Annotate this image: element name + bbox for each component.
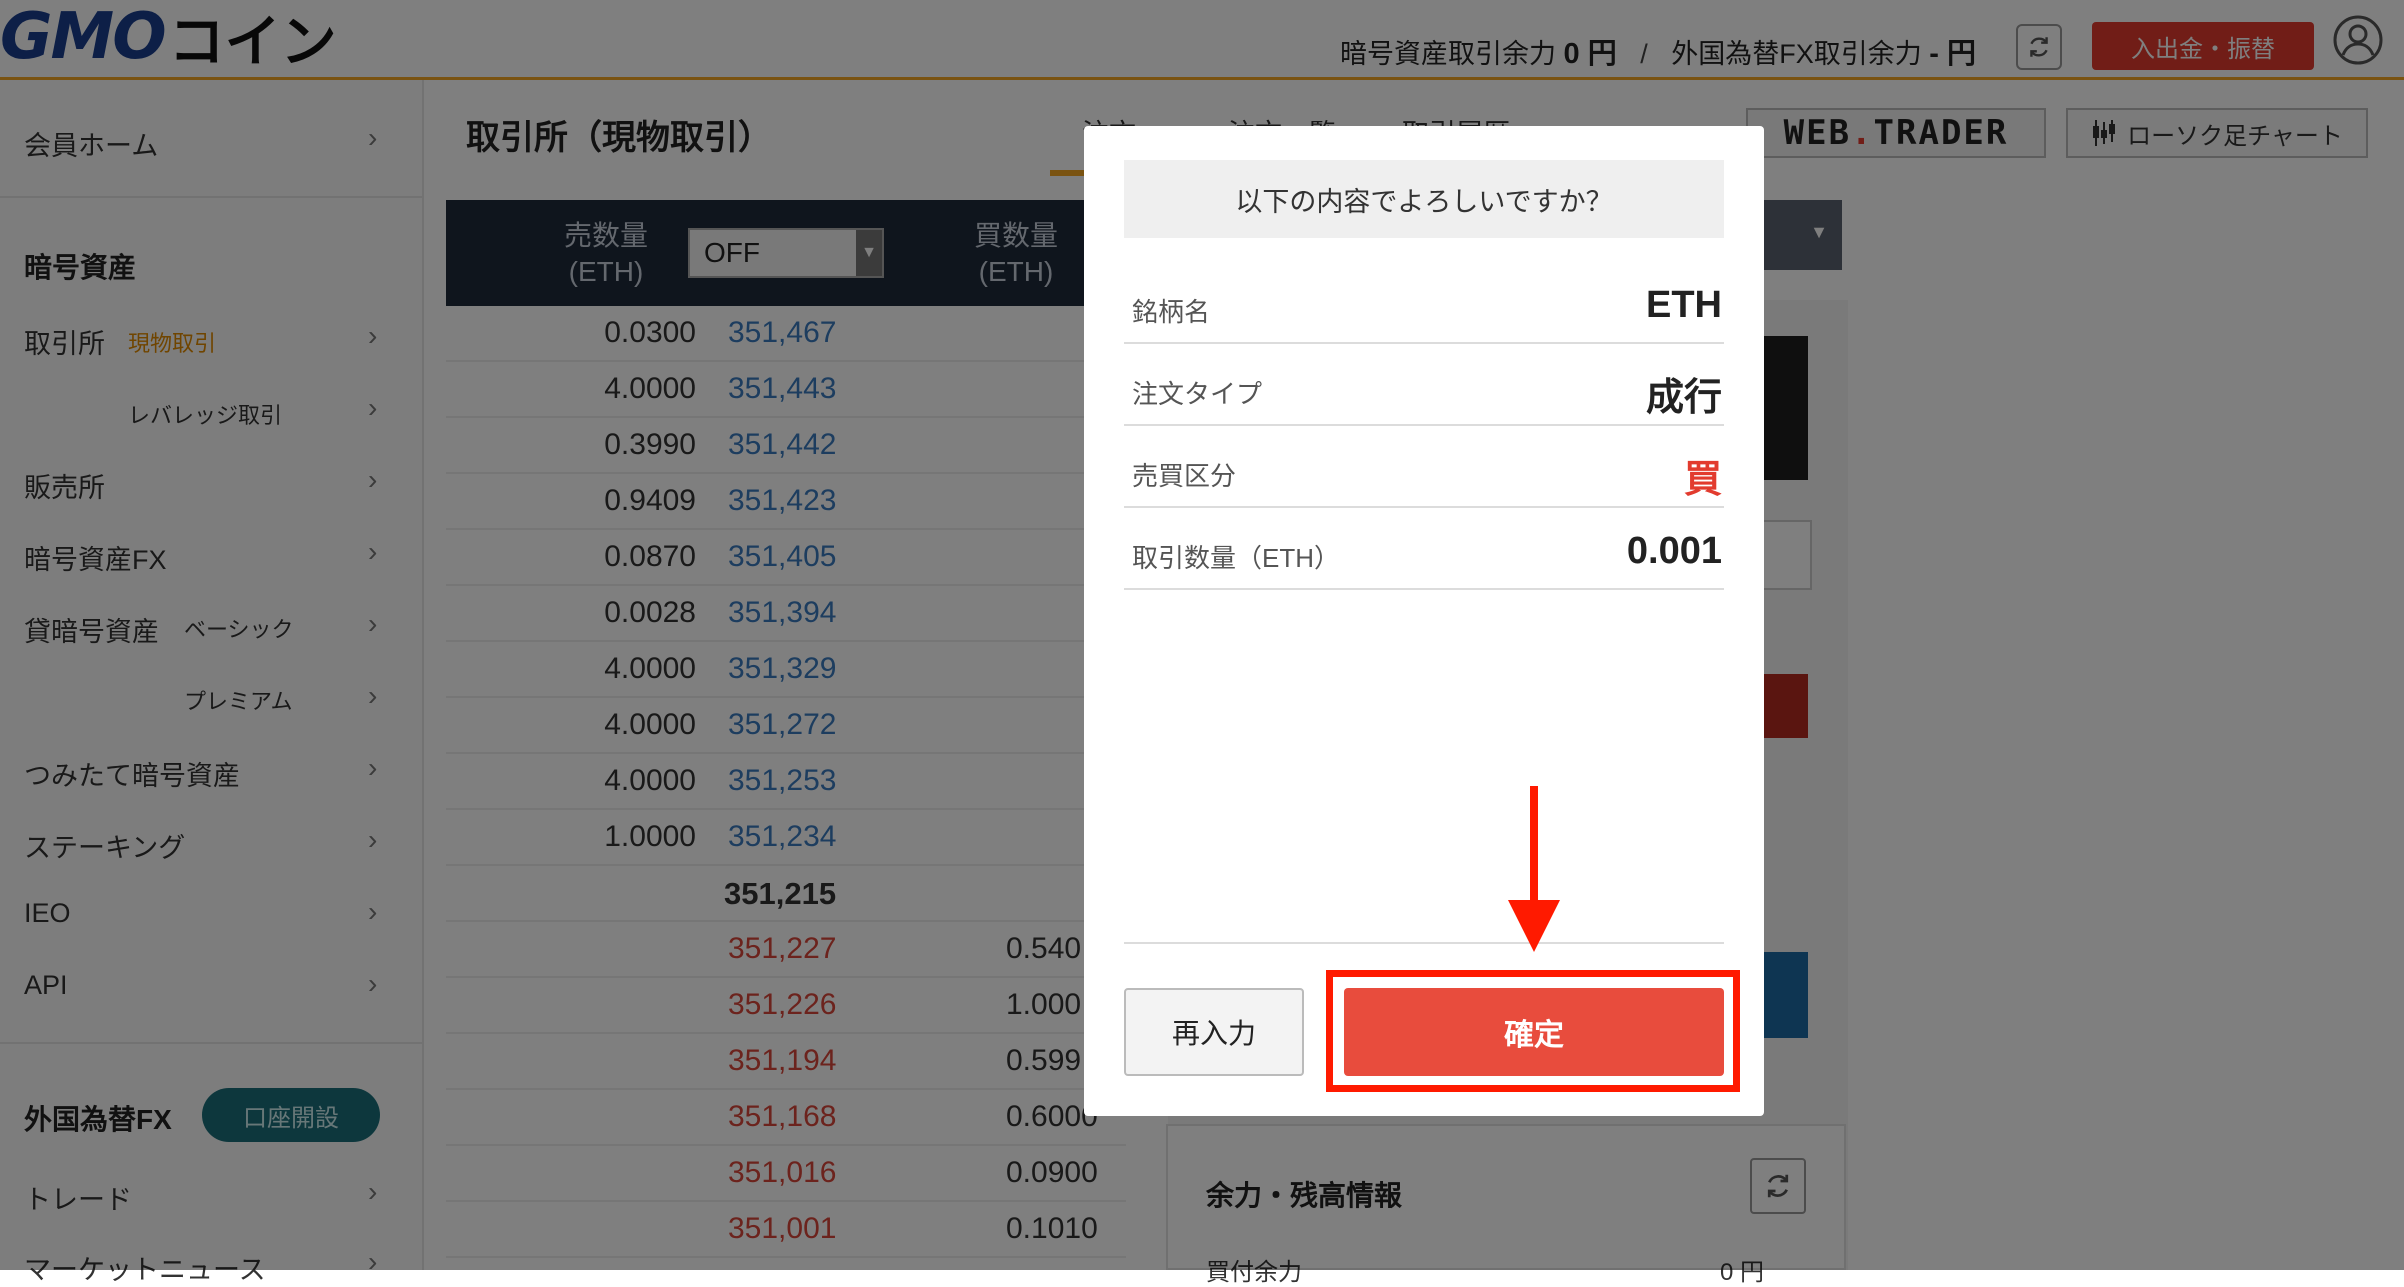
side-label: 売買区分 [1132,461,1237,491]
dialog-row-order-type: 注文タイプ 成行 [1124,344,1724,426]
quantity-label: 取引数量（ETH） [1132,543,1341,573]
dialog-row-symbol: 銘柄名 ETH [1124,262,1724,344]
confirm-button-highlight [1326,970,1740,1092]
order-confirm-dialog: 以下の内容でよろしいですか？ 銘柄名 ETH 注文タイプ 成行 売買区分 買 取… [1084,126,1764,1116]
order-type-label: 注文タイプ [1132,379,1263,409]
order-type-value: 成行 [1645,377,1722,419]
side-value: 買 [1683,459,1722,501]
annotation-arrow-shaft [1530,786,1538,906]
annotation-arrow-head-icon [1508,900,1560,952]
quantity-value: 0.001 [1626,530,1722,572]
symbol-value: ETH [1646,284,1722,326]
dialog-row-side: 売買区分 買 [1124,426,1724,508]
symbol-label: 銘柄名 [1132,297,1211,327]
reenter-button[interactable]: 再入力 [1124,988,1304,1076]
dialog-row-quantity: 取引数量（ETH） 0.001 [1124,508,1724,590]
dialog-question: 以下の内容でよろしいですか？ [1124,160,1724,238]
dialog-divider [1124,942,1724,944]
